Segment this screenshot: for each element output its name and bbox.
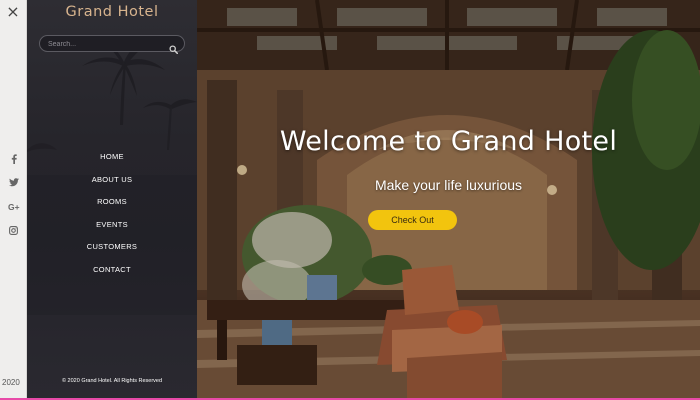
- svg-text:G+: G+: [8, 202, 20, 211]
- hero-section: Welcome to Grand Hotel Make your life lu…: [197, 0, 700, 398]
- search-input[interactable]: [48, 38, 166, 50]
- nav-item-home[interactable]: HOME: [27, 148, 197, 171]
- nav-item-about-us[interactable]: ABOUT US: [27, 171, 197, 194]
- brand-logo-text[interactable]: Grand Hotel: [27, 4, 197, 20]
- nav-item-events[interactable]: EVENTS: [27, 216, 197, 239]
- social-rail: × G+ 2020: [0, 0, 27, 400]
- search-icon[interactable]: [169, 39, 179, 58]
- twitter-icon[interactable]: [0, 178, 27, 187]
- nav-item-contact[interactable]: CONTACT: [27, 261, 197, 284]
- google-plus-icon[interactable]: G+: [0, 202, 27, 211]
- main-nav: HOME ABOUT US ROOMS EVENTS CUSTOMERS CON…: [27, 148, 197, 283]
- hero-title: Welcome to Grand Hotel: [279, 126, 618, 157]
- instagram-icon[interactable]: [0, 226, 27, 235]
- sidebar: Grand Hotel HOME ABOUT US ROOMS EVENTS C…: [27, 0, 197, 400]
- search-box: [39, 35, 185, 55]
- hero-overlay: [197, 0, 700, 398]
- nav-item-customers[interactable]: CUSTOMERS: [27, 238, 197, 261]
- nav-item-rooms[interactable]: ROOMS: [27, 193, 197, 216]
- hero-subtitle: Make your life luxurious: [374, 177, 523, 193]
- close-icon[interactable]: ×: [4, 3, 22, 21]
- year-label: 2020: [2, 378, 20, 387]
- facebook-icon[interactable]: [0, 154, 27, 164]
- copyright-text: © 2020 Grand Hotel. All Rights Reserved: [61, 378, 163, 384]
- check-out-button[interactable]: Check Out: [368, 210, 457, 230]
